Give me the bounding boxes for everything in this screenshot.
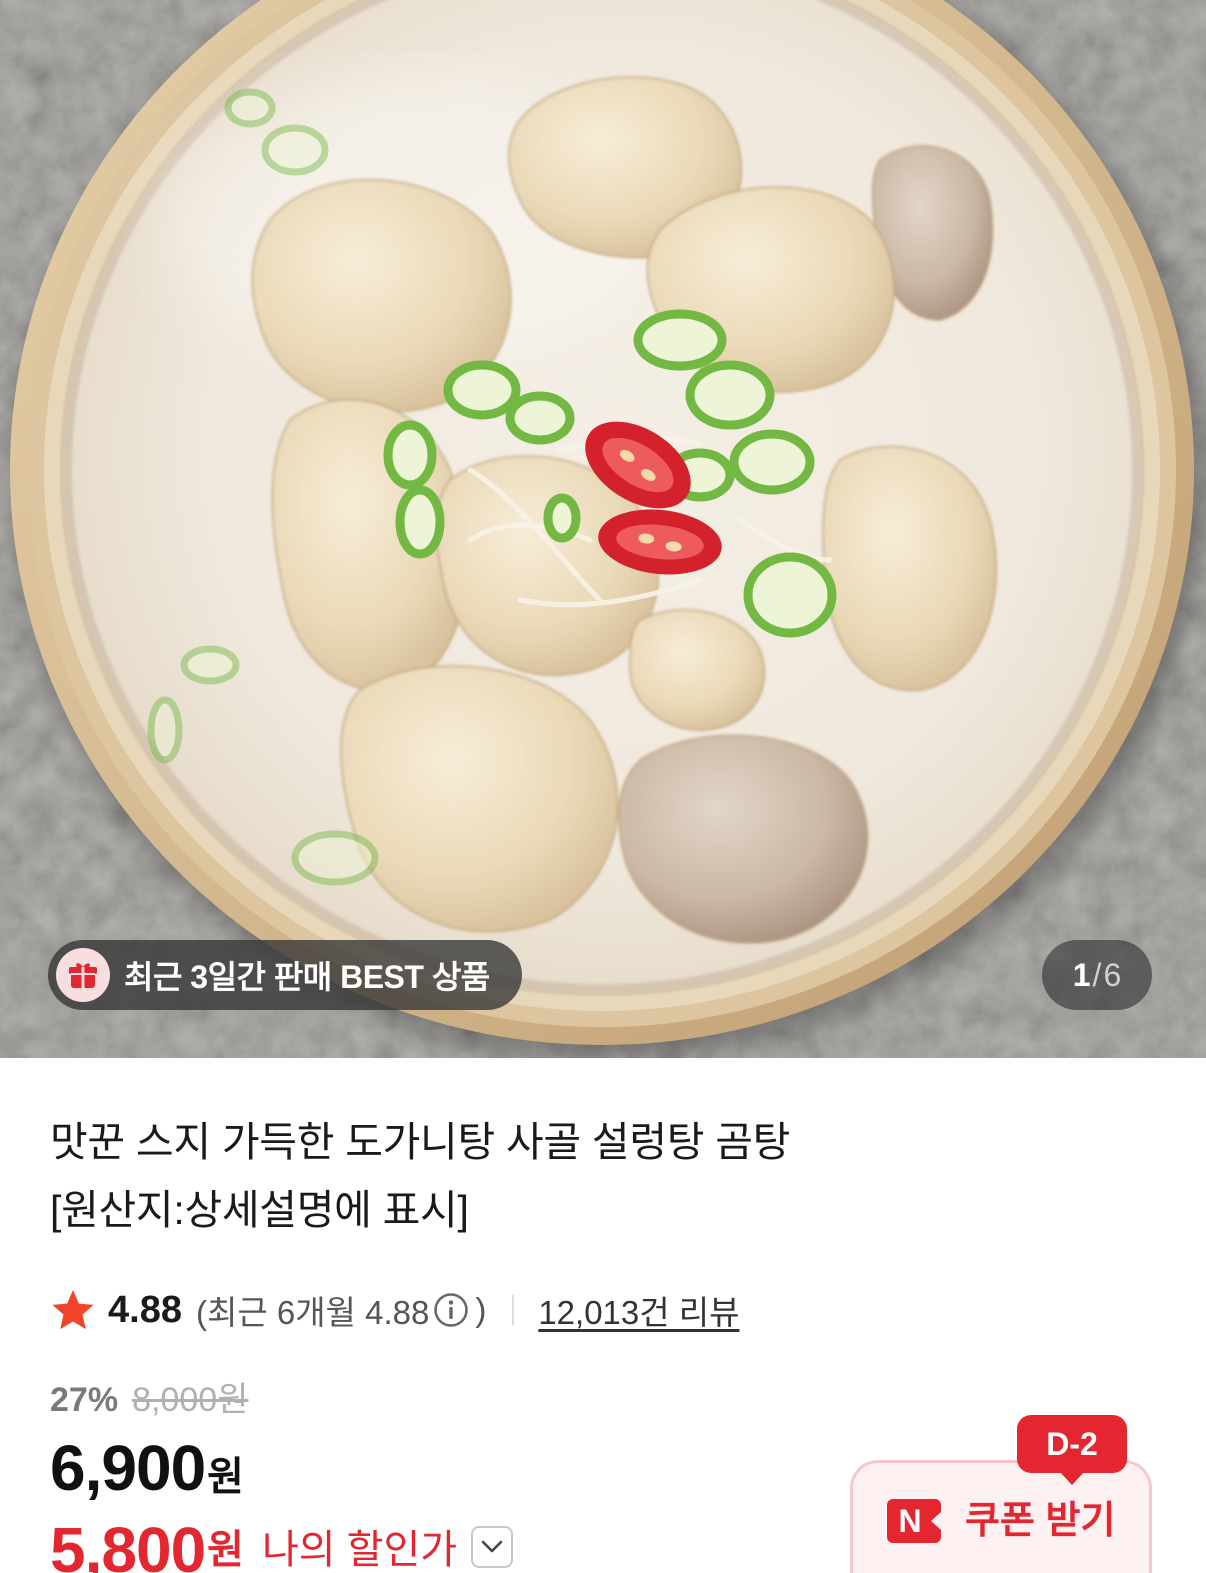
gift-icon [56, 948, 110, 1002]
product-detail-page: 최근 3일간 판매 BEST 상품 1 / 6 맛꾼 스지 가득한 도가니탕 사… [0, 0, 1206, 1573]
recent-rating-close: ) [475, 1291, 487, 1328]
image-counter: 1 / 6 [1042, 940, 1152, 1010]
my-price-currency: 원 [207, 1528, 244, 1572]
recent-rating-text: (최근 6개월 4.88 [195, 1294, 430, 1331]
coupon-button-label: 쿠폰 받기 [965, 1500, 1116, 1542]
chevron-down-icon [481, 1540, 503, 1553]
my-discount-price: 5,800 원 나의 할인가 [50, 1506, 514, 1573]
rating-divider [512, 1295, 515, 1325]
discount-row: 27% 8,000원 [50, 1372, 248, 1428]
rating-score: 4.88 [108, 1288, 182, 1331]
image-counter-current: 1 [1072, 956, 1091, 993]
product-image-gallery[interactable]: 최근 3일간 판매 BEST 상품 1 / 6 [0, 0, 1206, 1058]
image-counter-separator: / [1092, 956, 1102, 993]
discount-rate: 27% [50, 1381, 119, 1419]
best-seller-badge-text: 최근 3일간 판매 BEST 상품 [124, 959, 490, 995]
image-counter-total: 6 [1103, 956, 1122, 993]
review-count-link[interactable]: 12,013건 리뷰 [538, 1286, 739, 1334]
info-icon[interactable] [433, 1292, 469, 1328]
coupon-deadline-badge: D-2 [1017, 1415, 1127, 1485]
my-price-amount: 5,800 [50, 1514, 206, 1573]
best-seller-badge: 최근 3일간 판매 BEST 상품 [48, 940, 522, 1010]
price-detail-toggle[interactable] [471, 1526, 514, 1568]
product-photo [0, 0, 1206, 1058]
coupon-download-button[interactable]: N 쿠폰 받기 [850, 1460, 1152, 1573]
sale-price: 6,900원 [50, 1428, 244, 1508]
sale-price-amount: 6,900 [50, 1432, 206, 1504]
original-price: 8,000원 [132, 1381, 249, 1419]
sale-price-currency: 원 [207, 1455, 244, 1499]
star-icon [52, 1290, 94, 1330]
my-price-label: 나의 할인가 [261, 1528, 458, 1572]
n-logo-icon: N [887, 1499, 941, 1543]
rating-row: 4.88 (최근 6개월 4.88 ) 12,013건 리뷰 [50, 1280, 740, 1340]
product-title-line-1: 맛꾼 스지 가득한 도가니탕 사골 설렁탕 곰탕 [50, 1119, 791, 1165]
product-title-line-2: [원산지:상세설명에 표시] [50, 1187, 469, 1233]
